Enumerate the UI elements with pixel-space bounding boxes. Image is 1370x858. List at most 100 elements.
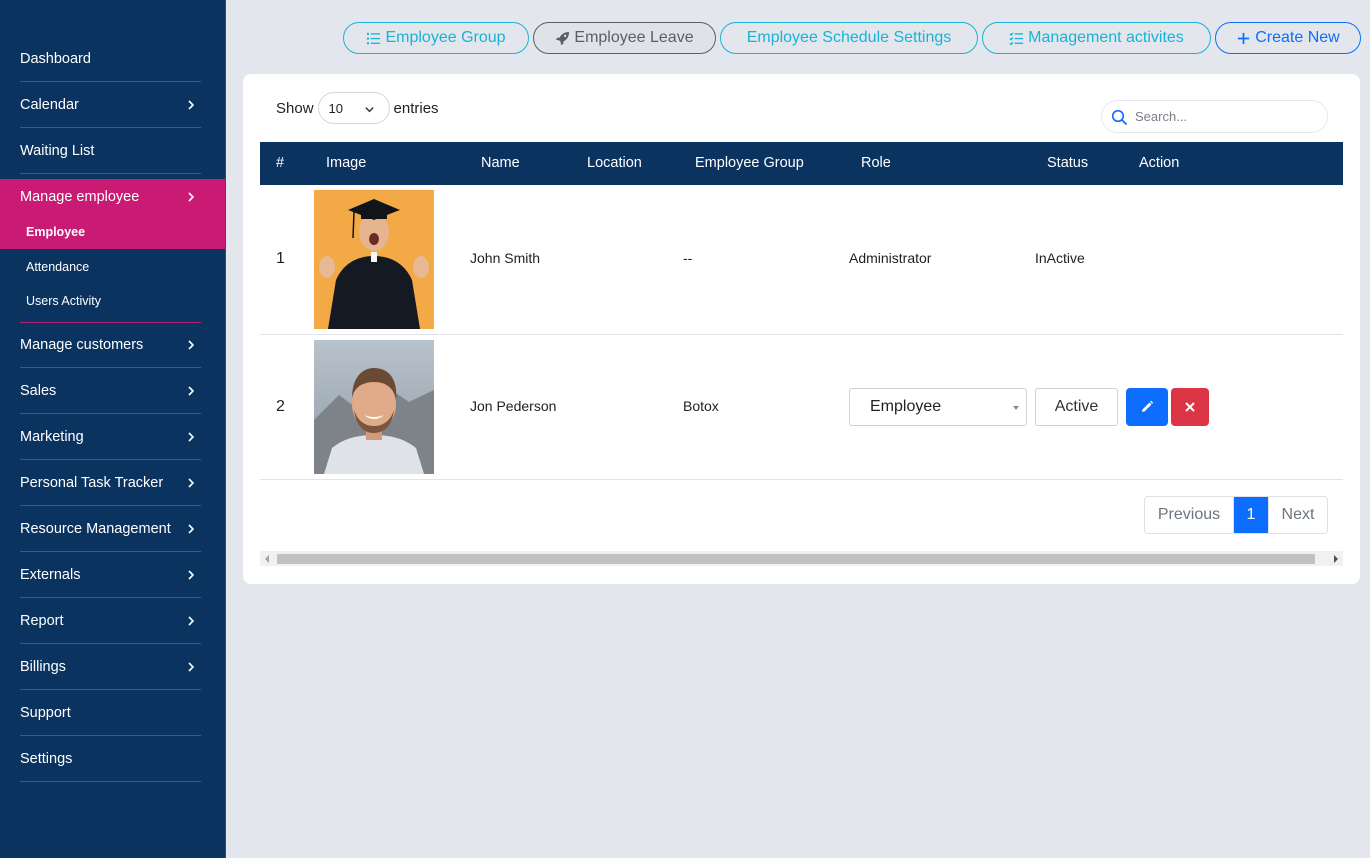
- search-input[interactable]: [1135, 109, 1315, 124]
- chevron-right-icon: [188, 192, 195, 202]
- sidebar-item-calendar[interactable]: Calendar: [0, 82, 225, 128]
- sidebar-item-support[interactable]: Support: [0, 690, 225, 736]
- scroll-right-arrow[interactable]: [1334, 555, 1338, 563]
- chevron-right-icon: [188, 340, 195, 350]
- edit-button[interactable]: [1126, 388, 1168, 426]
- close-icon: [1185, 402, 1195, 412]
- column-header-name[interactable]: Name: [481, 155, 520, 171]
- employee-role: Administrator: [849, 250, 932, 266]
- scrollbar-thumb[interactable]: [277, 554, 1315, 564]
- sidebar-item-label: Manage employee: [20, 189, 140, 205]
- role-select[interactable]: Employee: [849, 388, 1027, 426]
- sidebar-item-label: Externals: [20, 567, 81, 583]
- sidebar-divider: [20, 173, 201, 174]
- sidebar-item-settings[interactable]: Settings: [0, 736, 225, 782]
- sidebar-item-label: Report: [20, 613, 64, 629]
- rocket-icon: [556, 31, 570, 45]
- chevron-right-icon: [188, 570, 195, 580]
- sidebar-item-label: Support: [20, 705, 71, 721]
- status-value: Active: [1054, 398, 1099, 415]
- row-number: 2: [276, 398, 285, 415]
- scroll-left-arrow[interactable]: [265, 555, 269, 563]
- chevron-right-icon: [188, 524, 195, 534]
- chevron-right-icon: [188, 616, 195, 626]
- row-number: 1: [276, 250, 285, 267]
- pagination: Previous 1 Next: [1144, 496, 1328, 534]
- employee-schedule-settings-label: Employee Schedule Settings: [746, 29, 952, 46]
- sidebar-item-dashboard[interactable]: Dashboard: [0, 36, 225, 82]
- chevron-right-icon: [188, 100, 195, 110]
- column-header-employee-group[interactable]: Employee Group: [695, 155, 804, 171]
- sidebar-subitem-employee[interactable]: Employee: [0, 215, 225, 249]
- entries-control: Show 10 entries: [276, 92, 439, 124]
- sidebar-subitem-users-activity[interactable]: Users Activity: [0, 284, 225, 318]
- employee-table-card: Show 10 entries # Image Name Location Em…: [243, 74, 1360, 584]
- sidebar-subitem-label: Users Activity: [26, 294, 102, 308]
- employee-name: Jon Pederson: [470, 398, 557, 414]
- sidebar-item-label: Marketing: [20, 429, 84, 445]
- employee-group-label: Employee Group: [385, 29, 506, 46]
- portrait-image: [314, 340, 434, 474]
- column-header-action[interactable]: Action: [1139, 155, 1179, 171]
- sidebar-item-waiting-list[interactable]: Waiting List: [0, 128, 225, 174]
- previous-page-button[interactable]: Previous: [1145, 497, 1234, 533]
- caret-down-icon: [1013, 406, 1019, 410]
- sidebar-item-personal-task-tracker[interactable]: Personal Task Tracker: [0, 460, 225, 506]
- next-page-button[interactable]: Next: [1268, 497, 1327, 533]
- entries-select[interactable]: 10: [317, 92, 390, 124]
- man-portrait-photo: [314, 340, 434, 474]
- employee-group: --: [683, 250, 693, 266]
- column-header-status[interactable]: Status: [1047, 155, 1088, 171]
- create-new-label: Create New: [1255, 29, 1340, 46]
- sidebar-item-externals[interactable]: Externals: [0, 552, 225, 598]
- plus-icon: [1238, 32, 1250, 44]
- employee-group: Botox: [683, 398, 719, 414]
- sidebar-item-marketing[interactable]: Marketing: [0, 414, 225, 460]
- sidebar-item-sales[interactable]: Sales: [0, 368, 225, 414]
- sidebar-item-manage-customers[interactable]: Manage customers: [0, 322, 225, 368]
- employee-group-button[interactable]: Employee Group: [343, 22, 529, 54]
- status-toggle[interactable]: Active: [1035, 388, 1118, 426]
- sidebar-subitem-label: Attendance: [26, 260, 90, 274]
- column-header-image[interactable]: Image: [326, 155, 366, 171]
- table-row: 2 Jon Pederson Botox Employee Active: [260, 335, 1343, 480]
- role-select-value: Employee: [870, 398, 942, 415]
- entries-value: 10: [328, 100, 343, 116]
- sidebar-item-label: Calendar: [20, 97, 79, 113]
- sidebar-item-billings[interactable]: Billings: [0, 644, 225, 690]
- search-icon: [1111, 109, 1128, 126]
- chevron-right-icon: [188, 662, 195, 672]
- management-activities-button[interactable]: Management activites: [982, 22, 1211, 54]
- horizontal-scrollbar[interactable]: [260, 551, 1343, 566]
- page-1-button[interactable]: 1: [1234, 497, 1268, 533]
- chevron-right-icon: [188, 386, 195, 396]
- create-new-button[interactable]: Create New: [1215, 22, 1361, 54]
- sidebar-item-resource-management[interactable]: Resource Management: [0, 506, 225, 552]
- table-row: 1 John Smith -- Administrator InActive: [260, 185, 1343, 335]
- sidebar-subitem-attendance[interactable]: Attendance: [0, 250, 225, 284]
- employee-schedule-settings-button[interactable]: Employee Schedule Settings: [720, 22, 978, 54]
- chevron-down-icon: [364, 107, 374, 113]
- employee-name: John Smith: [470, 250, 541, 266]
- sidebar-item-label: Personal Task Tracker: [20, 475, 164, 491]
- chevron-right-icon: [188, 432, 195, 442]
- employee-status: InActive: [1035, 250, 1085, 266]
- sidebar-item-manage-employee[interactable]: Manage employee: [0, 179, 225, 215]
- column-header-location[interactable]: Location: [587, 155, 642, 171]
- column-header-role[interactable]: Role: [861, 155, 891, 171]
- entries-label: entries: [393, 99, 439, 117]
- sidebar-item-label: Settings: [20, 751, 73, 767]
- search-box: [1101, 100, 1328, 133]
- delete-button[interactable]: [1171, 388, 1209, 426]
- sidebar-item-label: Waiting List: [20, 143, 95, 159]
- employee-leave-button[interactable]: Employee Leave: [533, 22, 716, 54]
- checklist-icon: [1009, 31, 1024, 45]
- sidebar-divider: [20, 781, 201, 782]
- table-header: # Image Name Location Employee Group Rol…: [260, 142, 1343, 185]
- sidebar-item-report[interactable]: Report: [0, 598, 225, 644]
- pencil-icon: [1142, 400, 1154, 412]
- sidebar-item-label: Dashboard: [20, 51, 91, 67]
- sidebar-subitem-label: Employee: [26, 225, 86, 239]
- column-header-number[interactable]: #: [276, 155, 284, 171]
- management-activities-label: Management activites: [1028, 29, 1184, 46]
